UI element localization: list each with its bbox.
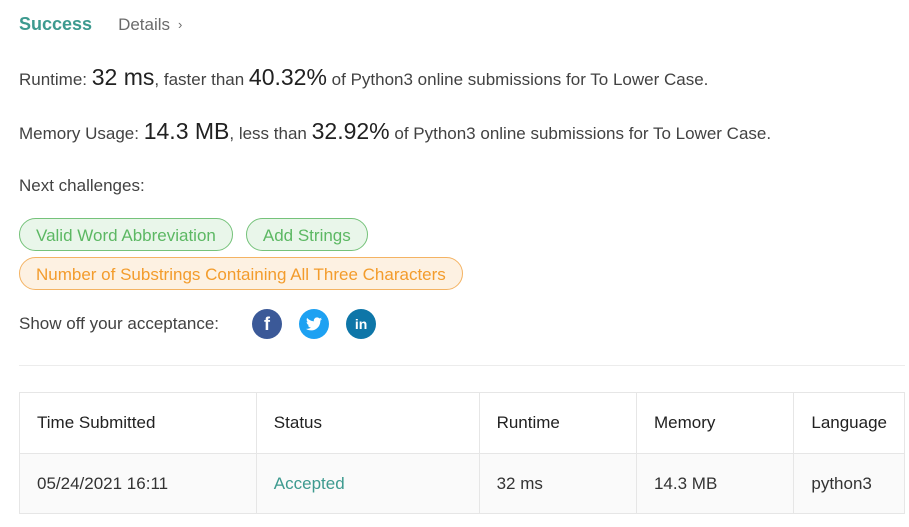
column-header-time-submitted: Time Submitted bbox=[19, 392, 257, 454]
chevron-right-icon: › bbox=[178, 17, 183, 32]
memory-stat: Memory Usage: 14.3 MB, less than 32.92% … bbox=[19, 118, 771, 145]
linkedin-icon[interactable]: in bbox=[346, 309, 377, 339]
next-challenges-label: Next challenges: bbox=[19, 176, 145, 195]
column-header-runtime: Runtime bbox=[478, 392, 637, 454]
cell-time-submitted: 05/24/2021 16:11 bbox=[19, 453, 257, 514]
social-icons: f in bbox=[252, 309, 377, 339]
submission-result-page: Success Details › Runtime: 32 ms, faster… bbox=[0, 0, 909, 527]
challenge-tag-number-of-substrings[interactable]: Number of Substrings Containing All Thre… bbox=[19, 257, 463, 290]
table-row: 05/24/2021 16:11 Accepted 32 ms 14.3 MB … bbox=[19, 453, 905, 514]
submissions-table: Time Submitted Status Runtime Memory Lan… bbox=[19, 392, 905, 514]
facebook-icon[interactable]: f bbox=[252, 309, 283, 339]
status-accepted-link[interactable]: Accepted bbox=[274, 474, 345, 493]
memory-label: Memory Usage: bbox=[19, 124, 139, 143]
memory-value: 14.3 MB bbox=[143, 118, 230, 144]
details-link[interactable]: Details › bbox=[118, 15, 182, 35]
runtime-suffix: of Python3 online submissions for To Low… bbox=[331, 70, 709, 89]
section-divider bbox=[19, 365, 905, 366]
details-label: Details bbox=[118, 14, 171, 34]
challenge-tag-valid-word-abbreviation[interactable]: Valid Word Abbreviation bbox=[19, 218, 233, 251]
result-header: Success Details › bbox=[19, 14, 182, 35]
runtime-percent: 40.32% bbox=[248, 64, 327, 90]
status-title: Success bbox=[19, 14, 93, 34]
cell-runtime: 32 ms bbox=[478, 453, 637, 514]
table-header-row: Time Submitted Status Runtime Memory Lan… bbox=[19, 392, 905, 454]
cell-language: python3 bbox=[793, 453, 905, 514]
runtime-comparison: , faster than bbox=[154, 70, 245, 89]
column-header-language: Language bbox=[793, 392, 905, 454]
runtime-value: 32 ms bbox=[91, 64, 155, 90]
memory-percent: 32.92% bbox=[311, 118, 390, 144]
column-header-memory: Memory bbox=[635, 392, 795, 454]
challenge-tag-add-strings[interactable]: Add Strings bbox=[245, 218, 368, 251]
column-header-status: Status bbox=[255, 392, 480, 454]
cell-memory: 14.3 MB bbox=[635, 453, 795, 514]
next-challenges-list: Valid Word Abbreviation Add Strings Numb… bbox=[19, 218, 899, 296]
share-label: Show off your acceptance: bbox=[19, 314, 220, 333]
memory-comparison: , less than bbox=[229, 124, 307, 143]
runtime-label: Runtime: bbox=[19, 70, 88, 89]
twitter-icon[interactable] bbox=[299, 309, 330, 339]
memory-suffix: of Python3 online submissions for To Low… bbox=[394, 124, 772, 143]
runtime-stat: Runtime: 32 ms, faster than 40.32% of Py… bbox=[19, 64, 708, 91]
share-section: Show off your acceptance: f in bbox=[19, 309, 377, 339]
